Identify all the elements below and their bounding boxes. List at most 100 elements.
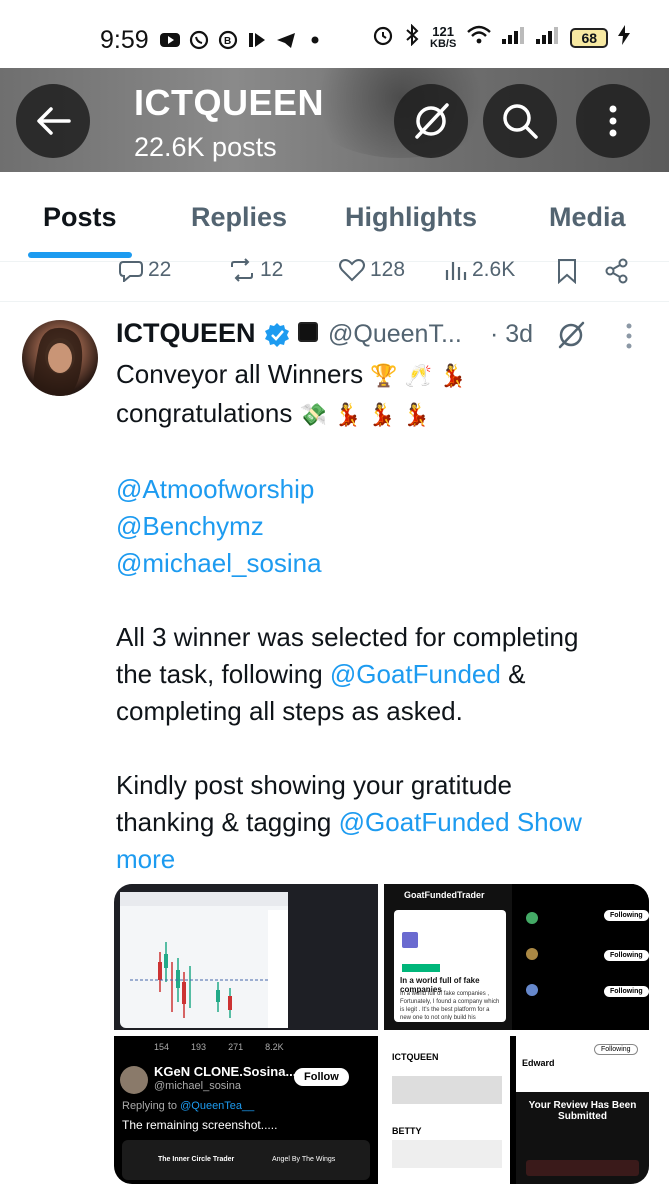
- avatar-image: [32, 327, 83, 396]
- battery-indicator: 68: [570, 27, 609, 48]
- mention-link[interactable]: @Atmoofworship: [116, 471, 646, 508]
- m3-sub1: The Inner Circle Trader: [158, 1156, 235, 1163]
- tweet-line: thanking & tagging @GoatFunded Show more: [116, 804, 646, 878]
- media-image-2[interactable]: GoatFundedTrader In a world full of fake…: [384, 884, 649, 1030]
- affiliate-badge-icon: [298, 322, 318, 342]
- m4-right-panel: Edward Following Your Review Has Been Su…: [516, 1036, 649, 1184]
- m4-name2: BETTY: [392, 1126, 422, 1136]
- telegram-icon: [276, 30, 296, 50]
- search-icon: [503, 104, 538, 139]
- share-action[interactable]: [604, 258, 630, 284]
- whatsapp-icon: [189, 30, 209, 50]
- tweet-media-grid: GoatFundedTrader In a world full of fake…: [114, 884, 649, 1184]
- tab-posts[interactable]: Posts: [43, 202, 117, 233]
- media-image-3[interactable]: 154 193 271 8.2K KGeN CLONE.Sosina... @m…: [114, 1036, 378, 1184]
- mention-link[interactable]: @michael_sosina: [116, 545, 646, 582]
- tweet-line: Kindly post showing your gratitude: [116, 770, 513, 800]
- author-handle[interactable]: @QueenT...: [328, 320, 462, 349]
- m2-follow-pill: Following: [604, 950, 649, 961]
- m2-follow-pill: Following: [604, 986, 649, 997]
- repost-action[interactable]: 12: [228, 258, 283, 282]
- status-time: 9:59: [100, 26, 149, 54]
- m3-replying-handle: @QueenTea__: [180, 1100, 255, 1112]
- tweet-line: congratulations 💸 💃 💃 💃: [116, 395, 646, 434]
- more-vertical-icon: [609, 105, 617, 137]
- arrow-left-icon: [37, 107, 71, 135]
- network-speed-unit: KB/S: [430, 37, 457, 50]
- share-icon: [605, 258, 628, 284]
- wifi-icon: [466, 25, 492, 50]
- reply-count: 22: [148, 258, 172, 281]
- profile-header: ICTQUEEN 22.6K posts: [0, 68, 669, 172]
- dot-icon: [305, 30, 325, 50]
- m4-left-panel: ICTQUEEN BETTY: [384, 1036, 510, 1184]
- mention-link[interactable]: @Benchymz: [116, 508, 646, 545]
- m3-sub2: Angel By The Wings: [272, 1156, 336, 1163]
- back-button[interactable]: [16, 84, 90, 158]
- repost-count: 12: [260, 258, 284, 281]
- m3-replying: Replying to @QueenTea__: [122, 1100, 254, 1112]
- charging-icon: [618, 25, 631, 50]
- mention-link[interactable]: @GoatFunded: [330, 659, 501, 689]
- view-count: 2.6K: [472, 258, 516, 281]
- grok-icon[interactable]: [556, 320, 586, 350]
- tweet-text-segment: &: [500, 659, 526, 689]
- views-icon: [445, 262, 467, 280]
- search-button[interactable]: [483, 84, 557, 158]
- tweet-line: All 3 winner was selected for completing: [116, 622, 579, 652]
- tab-media[interactable]: Media: [549, 202, 626, 233]
- more-options-button[interactable]: [576, 84, 650, 158]
- previous-tweet-actions: 22 12 128 2.6K: [0, 258, 669, 302]
- network-speed-value: 121: [432, 23, 454, 39]
- author-avatar[interactable]: [22, 320, 98, 396]
- media-image-1[interactable]: [114, 884, 378, 1030]
- m2-title: GoatFundedTrader: [404, 890, 485, 900]
- youtube-icon: [160, 30, 180, 50]
- heart-icon: [339, 259, 365, 282]
- m4-user: Edward: [522, 1058, 555, 1068]
- alarm-icon: [372, 24, 394, 51]
- tweet-timestamp[interactable]: · 3d: [490, 320, 533, 349]
- tweet-line: completing all steps as asked.: [116, 696, 463, 726]
- page-title: ICTQUEEN: [134, 82, 325, 123]
- m3-avatar: [120, 1066, 148, 1094]
- bookmark-icon: [558, 259, 576, 284]
- m3-stat: 271: [228, 1042, 244, 1052]
- like-count: 128: [370, 258, 406, 281]
- mention-link[interactable]: @GoatFunded: [339, 807, 510, 837]
- tweet-line: Conveyor all Winners 🏆 🥂 💃: [116, 356, 646, 395]
- tab-highlights[interactable]: Highlights: [345, 202, 477, 233]
- m4-follow: Following: [594, 1044, 638, 1055]
- trophy-emoji: 🏆 🥂 💃: [370, 364, 467, 389]
- bookmark-action[interactable]: [556, 258, 578, 284]
- tweet-text-segment: the task, following: [116, 659, 330, 689]
- author-name[interactable]: ICTQUEEN: [116, 318, 256, 349]
- tweet-more-icon[interactable]: [624, 322, 634, 350]
- signal-icon: [502, 25, 526, 50]
- grok-button[interactable]: [394, 84, 468, 158]
- m3-stats: 154 193 271 8.2K: [154, 1042, 284, 1052]
- views-action[interactable]: 2.6K: [444, 258, 515, 282]
- post-count: 22.6K posts: [134, 132, 277, 162]
- review-submitted-card: Your Review Has Been Submitted: [516, 1092, 649, 1184]
- verified-badge-icon: [265, 323, 289, 347]
- bluetooth-icon: [404, 23, 420, 51]
- tweet-line-2: congratulations: [116, 398, 293, 428]
- like-action[interactable]: 128: [338, 258, 405, 282]
- m2-follow-pill: Following: [604, 910, 649, 921]
- m3-handle: @michael_sosina: [154, 1080, 241, 1092]
- tab-replies[interactable]: Replies: [191, 202, 287, 233]
- tweet-text: Conveyor all Winners 🏆 🥂 💃 congratulatio…: [116, 356, 646, 878]
- m2-card-body: In a world full of fake companies , Fort…: [400, 991, 500, 1020]
- money-emoji: 💸 💃 💃 💃: [299, 403, 431, 428]
- chart-screenshot: [120, 892, 288, 1028]
- svg-text:B: B: [224, 36, 231, 47]
- reply-action[interactable]: 22: [118, 258, 171, 282]
- m3-stat: 8.2K: [265, 1042, 284, 1052]
- m3-replying-label: Replying to: [122, 1100, 178, 1112]
- tweet-text-segment: thanking & tagging: [116, 807, 339, 837]
- review-card: In a world full of fake companies In a w…: [394, 910, 506, 1022]
- signal-icon-2: [536, 25, 560, 50]
- notification-icons: B: [160, 30, 325, 50]
- media-image-4[interactable]: ICTQUEEN BETTY Edward Following Your Rev…: [384, 1036, 649, 1184]
